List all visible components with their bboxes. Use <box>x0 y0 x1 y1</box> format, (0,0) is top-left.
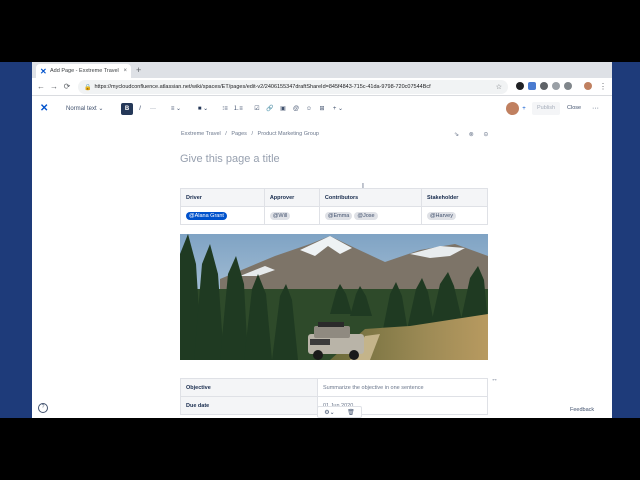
invite-plus-icon[interactable]: + <box>520 103 528 115</box>
page-actions[interactable]: ⇘ ⊗ ⊝ <box>454 131 492 138</box>
landscape-image-graphic <box>180 234 488 360</box>
confluence-favicon-icon: ✕ <box>40 66 47 76</box>
reload-icon[interactable]: ⟳ <box>62 81 72 93</box>
breadcrumb-parent[interactable]: Product Marketing Group <box>258 131 319 137</box>
text-color-dropdown[interactable]: ■ ⌄ <box>195 103 211 115</box>
browser-window: ✕ Add Page - Exxtreme Travel - C × + ← →… <box>32 62 612 418</box>
mention-chip[interactable]: @Emma <box>324 211 353 220</box>
table-header-row: Driver Approver Contributors Stakeholder <box>180 188 489 207</box>
user-avatar[interactable] <box>506 102 519 115</box>
italic-button[interactable]: I <box>135 103 145 115</box>
lock-icon: 🔒 <box>84 84 92 91</box>
info-table: Driver Approver Contributors Stakeholder… <box>180 188 489 225</box>
table-button[interactable]: ⊞ <box>317 103 327 115</box>
extension-icon[interactable] <box>552 82 560 90</box>
tab-title: Add Page - Exxtreme Travel - C <box>50 68 121 74</box>
link-button[interactable]: 🔗 <box>265 103 275 115</box>
cell-options-toolbar: ⚙⌄ 🗑 <box>317 406 362 418</box>
back-icon[interactable]: ← <box>36 81 46 93</box>
screen: ✕ Add Page - Exxtreme Travel - C × + ← →… <box>0 0 640 480</box>
help-icon[interactable]: ? <box>38 403 48 413</box>
breadcrumb-pages[interactable]: Pages <box>231 131 247 137</box>
url-input[interactable]: 🔒 https://mycloudconfluence.atlassian.ne… <box>78 80 508 94</box>
breadcrumb-separator: / <box>251 131 253 137</box>
mention-chip[interactable]: @Jose <box>354 211 378 220</box>
left-desktop-border <box>0 62 32 418</box>
image-button[interactable]: ▣ <box>278 103 288 115</box>
editor-toolbar: ✕ Normal text ⌄ B I ··· ≡ ⌄ ■ ⌄ ⁝≡ ⒈≡ ☑ … <box>32 97 612 121</box>
table-row: @Alana Grant @Will @Emma @Jose @Harvey <box>180 206 489 225</box>
objective-key[interactable]: Objective <box>180 378 318 397</box>
numbered-list-button[interactable]: ⒈≡ <box>232 103 244 115</box>
mention-chip[interactable]: @Will <box>269 211 291 220</box>
mention-chip[interactable]: @Alana Grant <box>186 211 227 220</box>
extension-icon[interactable] <box>516 82 524 90</box>
tab-strip: ✕ Add Page - Exxtreme Travel - C × + <box>32 62 612 78</box>
bullet-list-button[interactable]: ⁝≡ <box>219 103 231 115</box>
tab-close-icon[interactable]: × <box>123 68 127 74</box>
cell-settings-icon[interactable]: ⚙⌄ <box>324 409 334 416</box>
browser-tab[interactable]: ✕ Add Page - Exxtreme Travel - C × <box>36 64 131 78</box>
breadcrumb: Exxtreme Travel / Pages / Product Market… <box>181 131 322 137</box>
more-options-button[interactable]: ··· <box>592 102 599 115</box>
text-style-dropdown[interactable]: Normal text ⌄ <box>66 103 112 115</box>
extension-icon[interactable] <box>564 82 572 90</box>
browser-menu-icon[interactable]: ⋮ <box>598 81 608 93</box>
mountain-forest-image[interactable] <box>180 234 488 360</box>
confluence-logo-icon[interactable]: ✕ <box>40 104 48 114</box>
more-formatting-button[interactable]: ··· <box>147 103 159 115</box>
header-contributors[interactable]: Contributors <box>318 188 422 207</box>
breadcrumb-space[interactable]: Exxtreme Travel <box>181 131 221 137</box>
page-title-input[interactable]: Give this page a title <box>180 153 280 165</box>
close-button[interactable]: Close <box>567 102 581 115</box>
stakeholder-cell[interactable]: @Harvey <box>420 206 489 225</box>
bold-button[interactable]: B <box>121 103 133 115</box>
bookmark-star-icon[interactable]: ☆ <box>496 83 502 91</box>
alignment-dropdown[interactable]: ≡ ⌄ <box>168 103 184 115</box>
header-driver[interactable]: Driver <box>180 188 265 207</box>
delete-icon[interactable]: 🗑 <box>347 409 355 416</box>
feedback-link[interactable]: Feedback <box>570 407 594 413</box>
header-approver[interactable]: Approver <box>263 188 320 207</box>
table-row: Objective Summarize the objective in one… <box>180 378 488 397</box>
insert-dropdown[interactable]: + ⌄ <box>331 103 345 115</box>
action-item-button[interactable]: ☑ <box>252 103 262 115</box>
mention-chip[interactable]: @Harvey <box>426 211 456 220</box>
extension-icon[interactable] <box>528 82 536 90</box>
extension-icon[interactable] <box>540 82 548 90</box>
breadcrumb-separator: / <box>225 131 227 137</box>
approver-cell[interactable]: @Will <box>263 206 320 225</box>
profile-avatar[interactable] <box>584 82 592 90</box>
publish-button[interactable]: Publish <box>532 102 561 115</box>
right-desktop-border <box>608 62 640 418</box>
url-text: https://mycloudconfluence.atlassian.net/… <box>94 84 431 90</box>
due-date-key[interactable]: Due date <box>180 396 318 415</box>
expand-width-icon[interactable]: ↔ <box>491 376 498 383</box>
driver-cell[interactable]: @Alana Grant <box>180 206 265 225</box>
objective-value[interactable]: Summarize the objective in one sentence <box>317 378 488 397</box>
address-bar-row: ← → ⟳ 🔒 https://mycloudconfluence.atlass… <box>32 78 612 96</box>
mention-button[interactable]: @ <box>291 103 301 115</box>
header-stakeholder[interactable]: Stakeholder <box>420 188 489 207</box>
forward-icon[interactable]: → <box>49 81 59 93</box>
new-tab-button[interactable]: + <box>136 64 141 76</box>
contributors-cell[interactable]: @Emma @Jose <box>318 206 422 225</box>
emoji-button[interactable]: ☺ <box>304 103 314 115</box>
